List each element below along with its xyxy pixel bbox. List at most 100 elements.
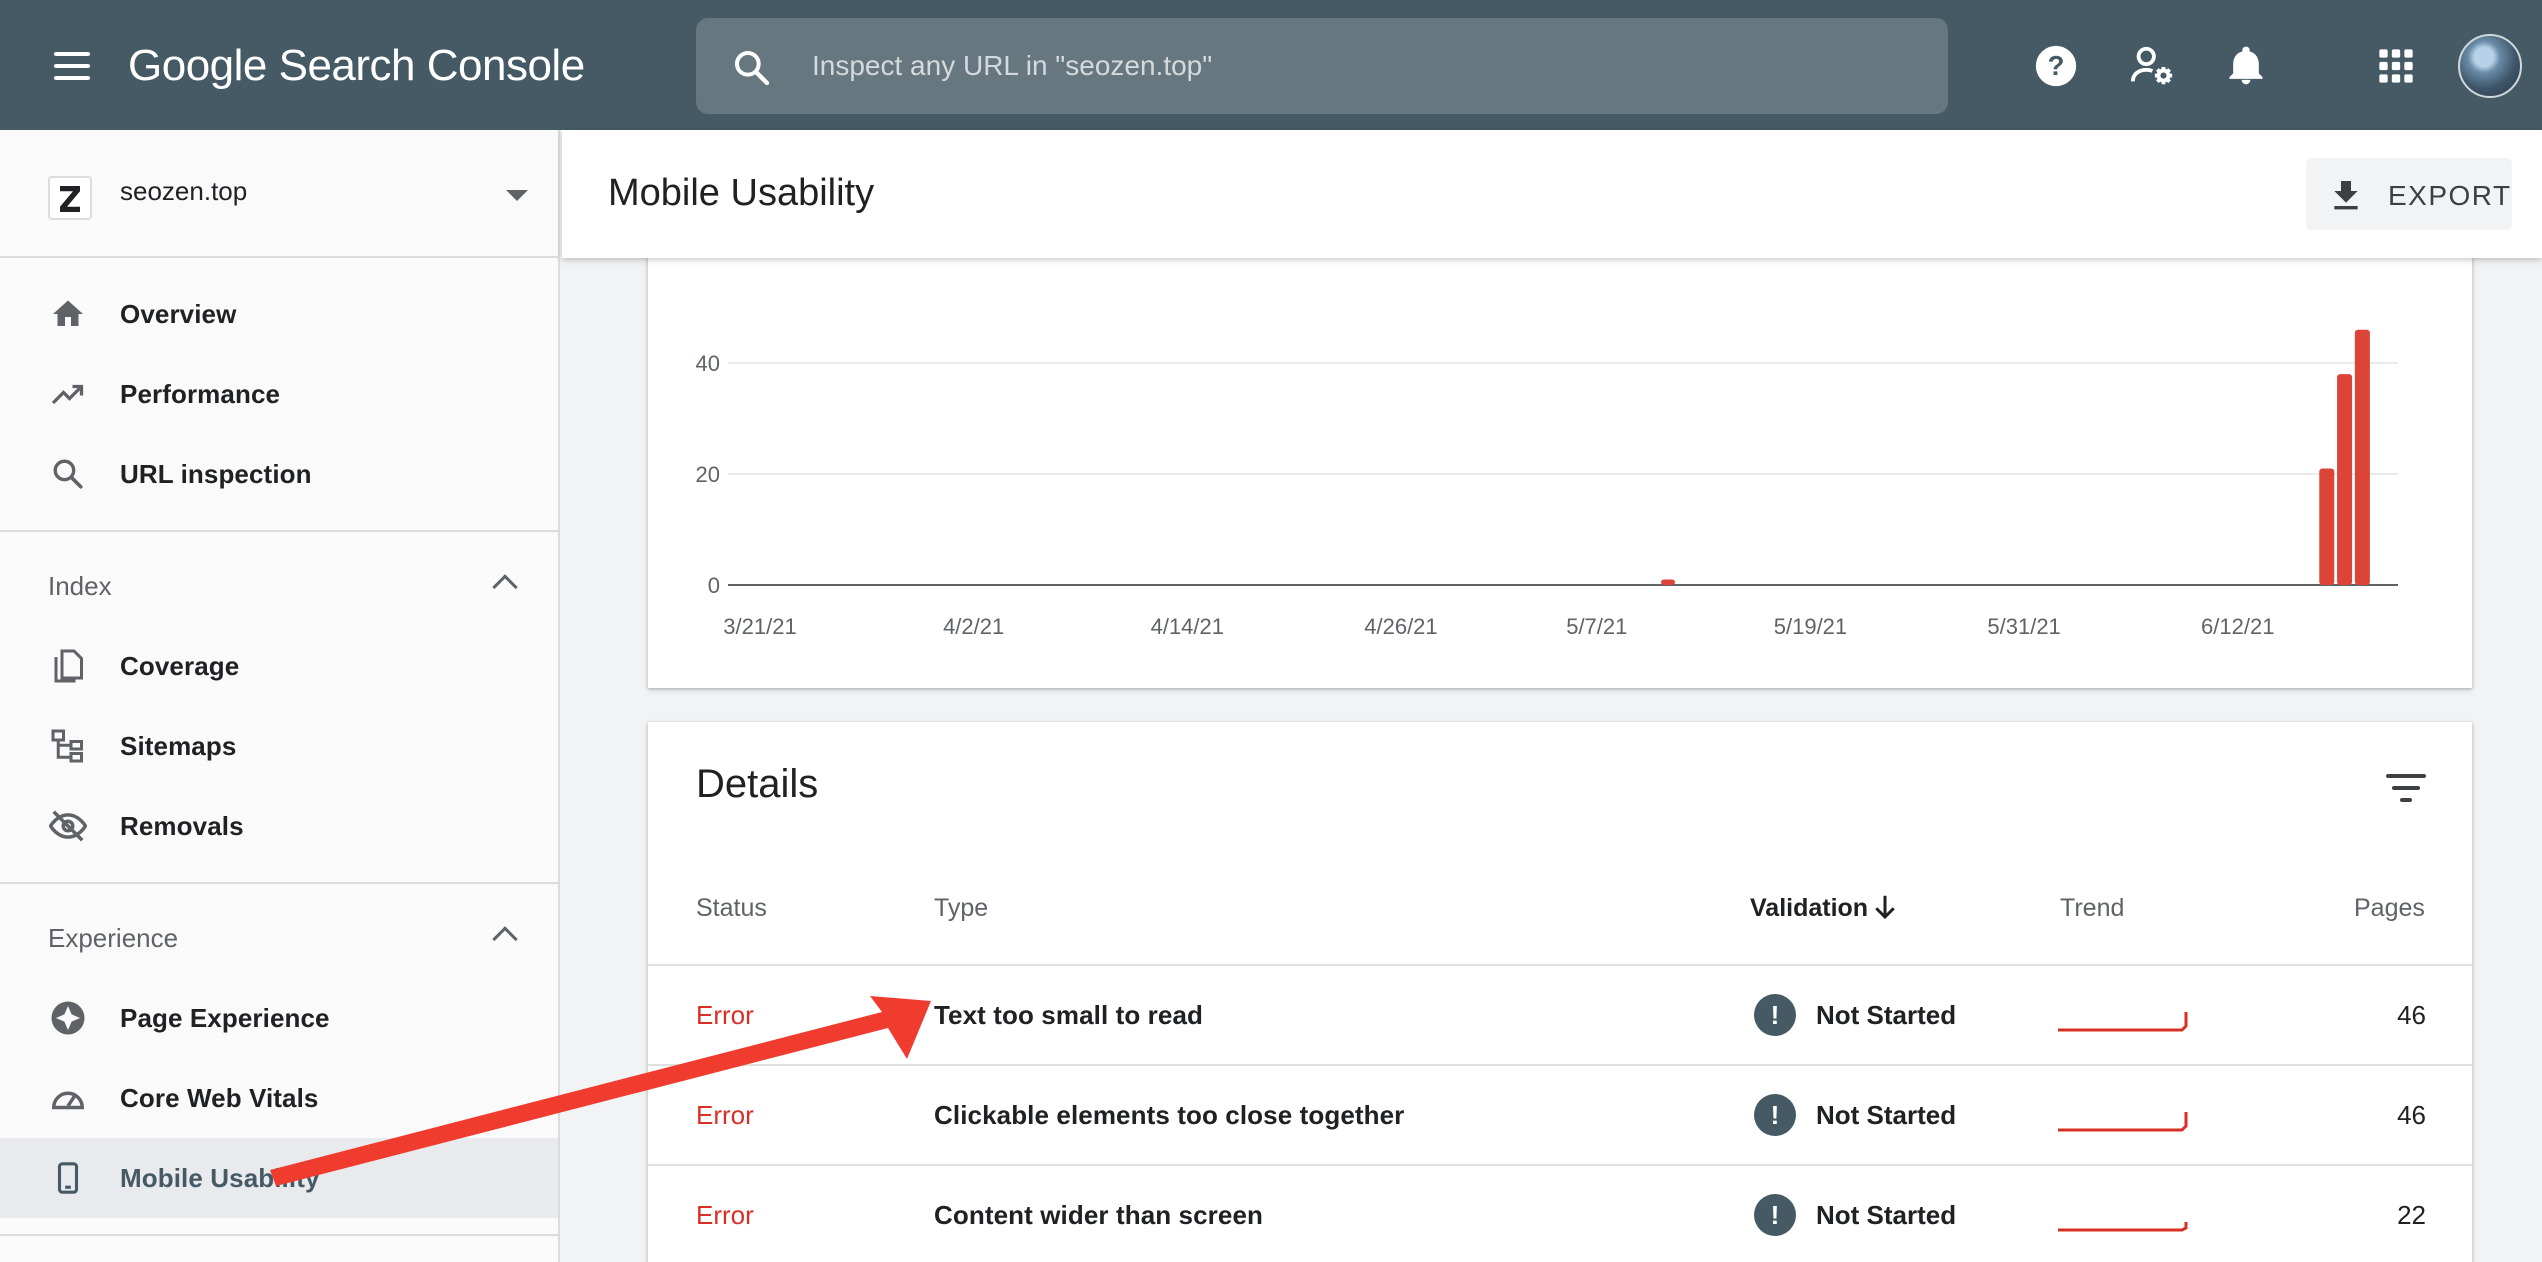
type-cell: Content wider than screen — [934, 1200, 1263, 1230]
validation-cell: Not Started — [1816, 1000, 1957, 1030]
column-header-status[interactable]: Status — [696, 894, 767, 923]
page-title: Mobile Usability — [608, 172, 875, 214]
validation-cell: Not Started — [1816, 1200, 1957, 1230]
details-title: Details — [696, 762, 819, 806]
validation-cell: Not Started — [1816, 1100, 1957, 1130]
export-button[interactable]: EXPORT — [2306, 158, 2512, 230]
table-row[interactable]: Error Content wider than screen ! Not St… — [648, 1164, 2472, 1262]
property-selector[interactable]: seozen.top — [0, 130, 558, 258]
dropdown-caret-icon — [506, 190, 528, 201]
y-tick-label: 20 — [696, 462, 720, 487]
notifications-bell-icon[interactable] — [2216, 36, 2276, 96]
x-tick-label: 5/31/21 — [1987, 614, 2060, 639]
sidebar-item-label: Core Web Vitals — [120, 1083, 319, 1113]
sidebar-divider — [0, 1234, 558, 1236]
sidebar-item-label: Overview — [120, 299, 237, 329]
sidebar-item-coverage[interactable]: Coverage — [0, 626, 558, 706]
sidebar-item-label: URL inspection — [120, 459, 312, 489]
column-header-type[interactable]: Type — [934, 894, 988, 923]
chevron-up-icon — [492, 574, 518, 600]
sidebar-item-sitemaps[interactable]: Sitemaps — [0, 706, 558, 786]
phone-icon — [48, 1158, 88, 1198]
details-card: Details Status Type Validation Trend Pag… — [648, 722, 2472, 1262]
sidebar-item-label: Removals — [120, 811, 244, 841]
sidebar-item-overview[interactable]: Overview — [0, 274, 558, 354]
search-icon — [735, 51, 770, 86]
x-tick-label: 4/14/21 — [1151, 614, 1224, 639]
user-settings-icon[interactable] — [2122, 36, 2182, 96]
column-header-pages[interactable]: Pages — [2354, 894, 2425, 923]
y-tick-label: 40 — [696, 351, 720, 376]
sidebar-item-url-inspection[interactable]: URL inspection — [0, 434, 558, 514]
trend-sparkline — [2058, 1222, 2188, 1232]
trending-up-icon — [48, 374, 88, 414]
file-copy-icon — [48, 646, 88, 686]
property-favicon-icon — [48, 176, 92, 220]
x-tick-label: 4/2/21 — [943, 614, 1004, 639]
type-cell: Clickable elements too close together — [934, 1100, 1405, 1130]
type-cell: Text too small to read — [934, 1000, 1203, 1030]
sidebar-item-removals[interactable]: Removals — [0, 786, 558, 866]
app-title[interactable]: Google Search Console — [128, 36, 585, 96]
pages-cell: 22 — [2397, 1200, 2426, 1230]
table-row[interactable]: Error Clickable elements too close toget… — [648, 1064, 2472, 1164]
column-header-validation[interactable]: Validation — [1750, 894, 1868, 923]
sort-arrow-down-icon[interactable] — [1870, 892, 1900, 922]
chevron-up-icon — [492, 926, 518, 952]
trend-sparkline — [2058, 1012, 2188, 1032]
section-title: Experience — [48, 923, 179, 953]
exclamation-icon: ! — [1754, 994, 1796, 1036]
speedometer-icon — [48, 1078, 88, 1118]
page-header: Mobile Usability EXPORT — [562, 130, 2542, 258]
sidebar-divider — [0, 882, 558, 884]
status-cell: Error — [696, 1200, 754, 1230]
sidebar-item-label: Performance — [120, 379, 281, 409]
svg-text:?: ? — [2048, 50, 2065, 81]
exclamation-icon: ! — [1754, 1194, 1796, 1236]
url-inspection-search[interactable] — [696, 18, 1948, 114]
sidebar-section-experience[interactable]: Experience — [0, 898, 558, 978]
x-tick-label: 5/19/21 — [1774, 614, 1847, 639]
table-row[interactable]: Error Text too small to read ! Not Start… — [648, 964, 2472, 1064]
x-tick-label: 6/12/21 — [2201, 614, 2274, 639]
sitemap-icon — [48, 726, 88, 766]
account-avatar[interactable] — [2458, 34, 2522, 98]
search-console-window: Google Search Console ? — [0, 0, 2542, 1262]
help-icon[interactable]: ? — [2026, 36, 2086, 96]
chart-bar — [1661, 579, 1676, 585]
status-cell: Error — [696, 1100, 754, 1130]
chart-bar — [2337, 374, 2353, 585]
trend-sparkline — [2058, 1112, 2188, 1132]
pages-cell: 46 — [2397, 1000, 2426, 1030]
column-header-trend[interactable]: Trend — [2060, 894, 2124, 923]
sidebar-item-label: Page Experience — [120, 1003, 330, 1033]
export-label: EXPORT — [2388, 180, 2512, 211]
sidebar-section-index[interactable]: Index — [0, 546, 558, 626]
main-menu-button[interactable] — [44, 40, 96, 92]
apps-grid-icon[interactable] — [2366, 36, 2426, 96]
home-icon — [48, 294, 88, 334]
download-icon — [2334, 181, 2358, 210]
issues-chart-card: 0 20 40 3/21/21 4/2/21 4/14/21 4/26/21 5/7/21 5/… — [648, 200, 2472, 688]
y-tick-label: 0 — [708, 573, 720, 598]
search-icon — [48, 454, 88, 494]
issues-bar-chart[interactable]: 0 20 40 3/21/21 4/2/21 4/14/21 4/26/21 5/7/21 5/… — [648, 200, 2472, 688]
sidebar-item-core-web-vitals[interactable]: Core Web Vitals — [0, 1058, 558, 1138]
x-tick-label: 4/26/21 — [1364, 614, 1437, 639]
eye-off-icon — [48, 806, 88, 846]
sidebar-item-label: Coverage — [120, 651, 240, 681]
exclamation-icon: ! — [1754, 1094, 1796, 1136]
section-title: Index — [48, 571, 112, 601]
sidebar-item-page-experience[interactable]: Page Experience — [0, 978, 558, 1058]
sidebar-item-label: Sitemaps — [120, 731, 237, 761]
chart-bar — [2319, 468, 2335, 585]
sidebar-item-mobile-usability[interactable]: Mobile Usability — [0, 1138, 558, 1218]
filter-icon[interactable] — [2376, 764, 2436, 812]
pages-cell: 46 — [2397, 1100, 2426, 1130]
x-tick-label: 3/21/21 — [723, 614, 796, 639]
page-experience-icon — [48, 998, 88, 1038]
sidebar-item-performance[interactable]: Performance — [0, 354, 558, 434]
search-input[interactable] — [812, 40, 1912, 92]
sidebar: seozen.top Overview Performance URL insp… — [0, 130, 560, 1262]
top-app-bar: Google Search Console ? — [0, 0, 2542, 130]
